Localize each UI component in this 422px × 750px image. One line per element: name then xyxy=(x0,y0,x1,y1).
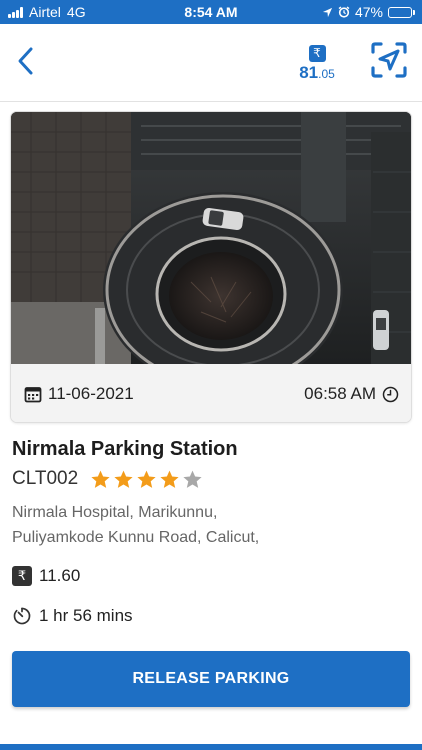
booking-date: 11-06-2021 xyxy=(24,384,134,404)
back-button[interactable] xyxy=(10,44,40,78)
star-empty-icon xyxy=(183,470,202,488)
booking-time-text: 06:58 AM xyxy=(304,384,376,403)
wallet-amount-whole: 81 xyxy=(299,63,319,82)
address-line-2: Puliyamkode Kunnu Road, Calicut, xyxy=(12,529,260,546)
locate-navigation-icon xyxy=(371,42,407,78)
clock-icon xyxy=(382,386,399,402)
app-header: ₹ 81.05 xyxy=(0,24,422,102)
duration-row: 1 hr 56 mins xyxy=(12,606,133,626)
back-chevron-icon xyxy=(18,47,33,75)
duration-value: 1 hr 56 mins xyxy=(39,606,133,625)
status-right: 47% xyxy=(322,4,415,20)
booking-datetime-bar: 11-06-2021 06:58 AM xyxy=(11,364,411,422)
booking-date-text: 11-06-2021 xyxy=(48,384,134,403)
timer-icon xyxy=(13,607,31,625)
wallet-balance[interactable]: ₹ 81.05 xyxy=(292,44,342,83)
calendar-icon xyxy=(24,387,42,403)
release-parking-button[interactable]: RELEASE PARKING xyxy=(12,651,410,707)
star-filled-icon xyxy=(91,470,110,488)
locate-button[interactable] xyxy=(370,41,408,79)
booking-time: 06:58 AM xyxy=(304,384,399,404)
price-value: 11.60 xyxy=(39,566,81,585)
parking-photo xyxy=(11,112,411,364)
station-code-row: CLT002 xyxy=(12,468,203,490)
rupee-icon: ₹ xyxy=(12,566,32,586)
status-bar: Airtel 4G 8:54 AM 47% xyxy=(0,0,422,24)
wallet-amount-decimal: .05 xyxy=(318,67,335,81)
wallet-amount: 81.05 xyxy=(292,63,342,83)
battery-icon xyxy=(388,6,415,18)
station-address: Nirmala Hospital, Marikunnu, Puliyamkode… xyxy=(12,500,412,550)
star-filled-icon xyxy=(137,470,156,488)
alarm-icon xyxy=(338,6,350,18)
rating-stars xyxy=(90,469,203,490)
star-filled-icon xyxy=(160,470,179,488)
bottom-bar xyxy=(0,744,422,750)
rupee-icon: ₹ xyxy=(308,45,326,62)
price-row: ₹ 11.60 xyxy=(12,566,80,586)
address-line-1: Nirmala Hospital, Marikunnu, xyxy=(12,504,218,521)
station-name: Nirmala Parking Station xyxy=(12,438,238,460)
station-code: CLT002 xyxy=(12,468,79,489)
location-arrow-icon xyxy=(322,7,333,17)
star-filled-icon xyxy=(114,470,133,488)
booking-card: 11-06-2021 06:58 AM xyxy=(11,112,411,422)
battery-percent: 47% xyxy=(354,4,383,20)
